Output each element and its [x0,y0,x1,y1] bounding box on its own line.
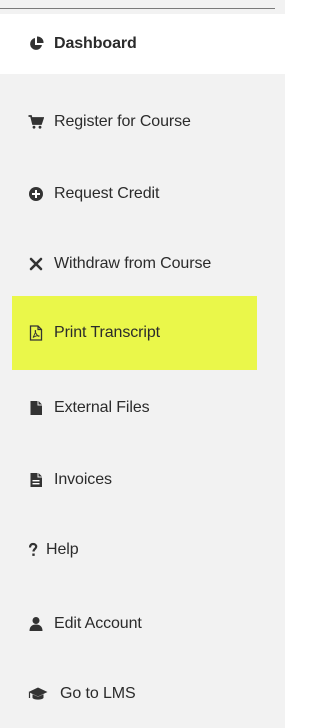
sidebar-item-invoices[interactable]: Invoices [0,450,285,510]
sidebar-item-go-to-lms[interactable]: Go to LMS [0,664,285,724]
sidebar-item-request-credit[interactable]: Request Credit [0,164,285,224]
sidebar-item-label: Go to LMS [60,685,136,702]
sidebar-item-withdraw-from-course[interactable]: Withdraw from Course [0,234,285,294]
sidebar-item-label: Dashboard [54,35,137,52]
top-divider [0,8,275,9]
sidebar-item-register-for-course[interactable]: Register for Course [0,92,285,152]
sidebar-item-edit-account[interactable]: Edit Account [0,594,285,654]
file-icon [28,400,44,416]
sidebar-item-label: Help [46,541,79,558]
plus-circle-icon [28,186,44,202]
graduation-cap-icon [28,686,48,702]
sidebar-item-external-files[interactable]: External Files [0,378,285,438]
sidebar-nav: Dashboard Register for Course Request Cr… [0,0,285,728]
sidebar-item-label: Invoices [54,471,112,488]
invoice-icon [28,472,44,488]
sidebar-item-label: Withdraw from Course [54,255,212,272]
sidebar-item-help[interactable]: Help [0,520,285,580]
sidebar-item-dashboard[interactable]: Dashboard [0,14,285,74]
sidebar-item-label: Edit Account [54,615,142,632]
sidebar-item-label: Register for Course [54,113,191,130]
sidebar-item-label: Request Credit [54,185,160,202]
cart-icon [28,114,44,130]
sidebar-item-label: External Files [54,399,150,416]
close-icon [28,256,44,272]
user-icon [28,616,44,632]
pie-chart-icon [28,36,44,52]
sidebar-item-label: Print Transcript [54,324,160,341]
sidebar-item-print-transcript[interactable]: Print Transcript [12,296,257,370]
pdf-file-icon [28,325,44,341]
question-icon [28,542,38,558]
